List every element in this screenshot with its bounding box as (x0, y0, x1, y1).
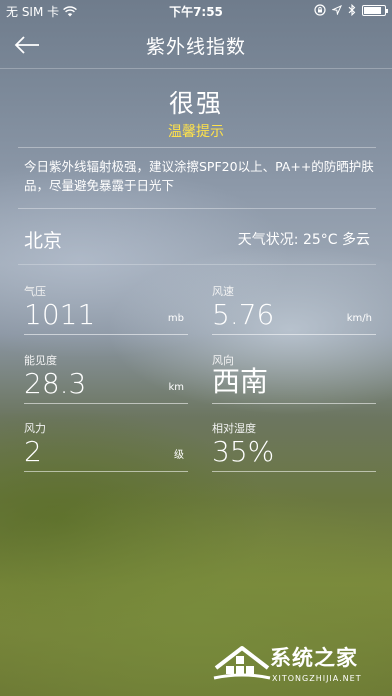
pressure-label: 气压 (24, 285, 46, 298)
pressure-unit: mb (167, 313, 184, 324)
back-button[interactable] (10, 28, 44, 62)
nav-bar: 紫外线指数 (0, 22, 392, 68)
battery-level (364, 6, 381, 14)
humidity-value: 35% (212, 435, 275, 468)
divider-advice (18, 208, 376, 209)
divider-top (18, 147, 376, 148)
carrier-text: 无 SIM 卡 (6, 4, 60, 19)
humidity-cell: 相对湿度 35% (212, 420, 376, 472)
wind-force-row: 2 级 (24, 435, 188, 472)
status-bar: 无 SIM 卡 下午7:55 (0, 0, 392, 22)
arrow-left-icon (14, 36, 39, 54)
wind-speed-unit: km/h (346, 313, 372, 324)
uv-advice: 今日紫外线辐射极强，建议涂擦SPF20以上、PA++的防晒护肤品，尽量避免暴露于… (24, 159, 374, 193)
wind-force-label: 风力 (24, 422, 46, 435)
status-right (314, 4, 388, 16)
wind-force-value: 2 (24, 435, 42, 468)
weather-status: 天气状况: 25°C 多云 (237, 232, 370, 248)
wind-speed-row: 5.76 km/h (212, 298, 376, 335)
wind-speed-value: 5.76 (212, 298, 275, 331)
wind-force-unit: 级 (174, 450, 184, 461)
wind-speed-cell: 风速 5.76 km/h (212, 283, 376, 335)
status-left: 无 SIM 卡 (6, 3, 78, 20)
visibility-value: 28.3 (24, 367, 87, 400)
bluetooth-icon (348, 4, 356, 16)
city-name: 北京 (24, 230, 63, 252)
humidity-row: 35% (212, 435, 376, 472)
watermark-logo (213, 646, 271, 680)
nav-divider (0, 68, 392, 69)
humidity-label: 相对湿度 (212, 422, 256, 435)
visibility-unit: km (168, 382, 184, 393)
wind-direction-value: 西南 (212, 365, 269, 398)
pressure-row: 1011 mb (24, 298, 188, 335)
wind-direction-row: 西南 (212, 365, 376, 404)
pressure-cell: 气压 1011 mb (24, 283, 188, 335)
watermark: 系统之家 XITONGZHIJIA.NET (212, 634, 388, 692)
page-title: 紫外线指数 (145, 35, 246, 58)
visibility-cell: 能见度 28.3 km (24, 352, 188, 404)
divider-city (18, 264, 376, 265)
tip-link[interactable]: 温馨提示 (0, 121, 392, 141)
wifi-icon (63, 5, 78, 16)
visibility-label: 能见度 (24, 354, 57, 367)
watermark-subtext: XITONGZHIJIA.NET (272, 674, 362, 683)
wind-direction-cell: 风向 西南 (212, 352, 376, 404)
orientation-lock-icon (314, 4, 326, 16)
watermark-text: 系统之家 (270, 646, 358, 670)
wind-force-cell: 风力 2 级 (24, 420, 188, 472)
pressure-value: 1011 (24, 298, 96, 331)
battery-icon (362, 4, 388, 16)
uv-level: 很强 (168, 89, 223, 118)
visibility-row: 28.3 km (24, 367, 188, 404)
wind-speed-label: 风速 (212, 285, 234, 298)
location-arrow-icon (332, 5, 342, 15)
